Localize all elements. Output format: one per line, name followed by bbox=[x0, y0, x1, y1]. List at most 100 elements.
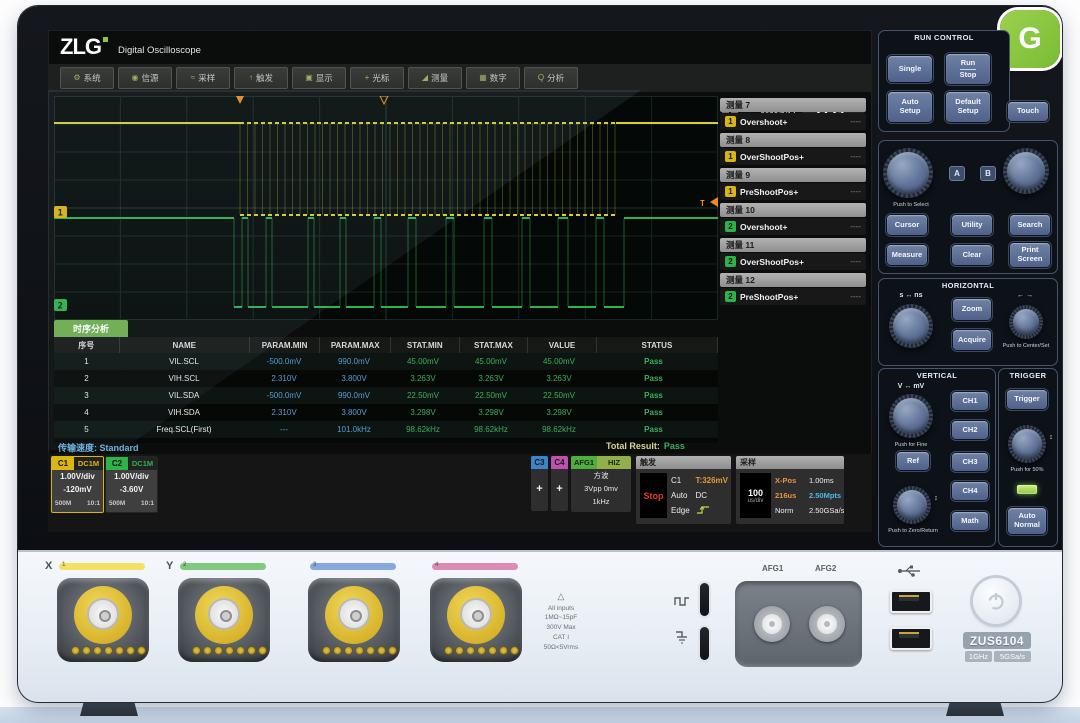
utility-button[interactable]: Utility bbox=[952, 215, 992, 235]
channel-4-color-strip: 4 bbox=[432, 563, 518, 570]
warning-lines: All inputs1MΩ~15pF300V MaxCAT I50Ω<5Vrms bbox=[524, 604, 598, 653]
auto-normal-button[interactable]: Auto Normal bbox=[1008, 508, 1046, 534]
channel1-status-box[interactable]: C1DC1M 1.00V/div-120mV 500M10:1 bbox=[51, 456, 104, 513]
math-button[interactable]: Math bbox=[952, 512, 988, 530]
xpos-label: X-Pos bbox=[775, 476, 809, 485]
trigger-status-box[interactable]: 触发 Stop C1 T:326mV Auto DC Edge bbox=[636, 456, 731, 524]
measure-row[interactable]: 2OverShootPos+---- bbox=[720, 253, 866, 270]
measure-header: 测量 7 bbox=[720, 98, 866, 112]
trigger-level-knob[interactable] bbox=[1008, 425, 1046, 463]
vertical-scale-knob[interactable] bbox=[889, 394, 933, 438]
single-button[interactable]: Single bbox=[888, 56, 932, 82]
afg-wave-type: 方波 bbox=[571, 469, 631, 482]
table-cell: Pass bbox=[593, 404, 714, 421]
menu-bar: ⚙系统◉信源≈采样↑触发▣显示+光标◢测量▦数字Q分析 14:03 2023/3… bbox=[48, 64, 872, 92]
channel2-label: C2 bbox=[106, 457, 128, 470]
trigger-menu-button[interactable]: Trigger bbox=[1007, 390, 1047, 409]
table-cell: -500.0mV bbox=[249, 353, 319, 370]
run-stop-button[interactable]: RunStop bbox=[946, 54, 990, 84]
channel3-add[interactable]: + bbox=[531, 483, 548, 495]
ch2-button[interactable]: CH2 bbox=[952, 421, 988, 439]
channel-2-badge-icon: 2 bbox=[725, 256, 736, 267]
bnc-ring-icon bbox=[195, 586, 253, 644]
oscilloscope-device: ZLG Digital Oscilloscope ⚙系统◉信源≈采样↑触发▣显示… bbox=[0, 0, 1080, 723]
vertical-position-knob[interactable] bbox=[893, 486, 931, 524]
menu-item-label: 采样 bbox=[198, 72, 215, 84]
search-button[interactable]: Search bbox=[1010, 215, 1050, 235]
channel1-scale: 1.00V/div bbox=[52, 470, 103, 483]
afg-status-box[interactable]: AFG1HIZ 方波3Vpp 0mv1kHz bbox=[571, 456, 631, 512]
clear-button[interactable]: Clear bbox=[952, 245, 992, 265]
measure-header: 测量 11 bbox=[720, 238, 866, 252]
menu-item-3[interactable]: ≈采样 bbox=[176, 67, 230, 89]
ch4-button[interactable]: CH4 bbox=[952, 482, 988, 500]
table-cell: 98.62kHz bbox=[525, 421, 593, 438]
result-table: 序号NAMEPARAM.MINPARAM.MAXSTAT.MINSTAT.MAX… bbox=[54, 337, 718, 443]
measure-group: 测量 81OverShootPos+---- bbox=[720, 133, 866, 165]
horizontal-scale-knob[interactable] bbox=[889, 304, 933, 348]
zoom-button[interactable]: Zoom bbox=[953, 299, 991, 320]
sample-status-box[interactable]: 采样 100us/div X-Pos 1.00ms 216us 2.50Mpts… bbox=[736, 456, 844, 524]
print-screen-button[interactable]: Print Screen bbox=[1010, 243, 1050, 267]
table-cell: 45.00mV bbox=[457, 353, 525, 370]
probe-comp-ground-terminal bbox=[700, 627, 709, 660]
device-body: ZLG Digital Oscilloscope ⚙系统◉信源≈采样↑触发▣显示… bbox=[18, 6, 1062, 702]
channel-1-badge-icon: 1 bbox=[725, 186, 736, 197]
channel4-add[interactable]: + bbox=[551, 483, 568, 495]
table-row[interactable]: 2VIH.SCL2.310V3.800V3.263V3.263V3.263VPa… bbox=[54, 370, 718, 387]
table-row[interactable]: 4VIH.SDA2.310V3.800V3.298V3.298V3.298VPa… bbox=[54, 404, 718, 421]
menu-item-9[interactable]: Q分析 bbox=[524, 67, 578, 89]
menu-item-2[interactable]: ◉信源 bbox=[118, 67, 172, 89]
acquire-mode: Norm bbox=[775, 506, 809, 515]
measure-row[interactable]: 1PreShootPos+---- bbox=[720, 183, 866, 200]
channel4-status-box[interactable]: C4 + bbox=[551, 456, 568, 511]
analysis-tab[interactable]: 时序分析 bbox=[54, 320, 128, 337]
auto-setup-button[interactable]: Auto Setup bbox=[888, 92, 932, 122]
source-icon: ◉ bbox=[132, 74, 139, 82]
timebase-unit: us/div bbox=[748, 498, 764, 504]
table-cell: VIL.SDA bbox=[119, 387, 249, 404]
menu-item-5[interactable]: ▣显示 bbox=[292, 67, 346, 89]
knob-a[interactable] bbox=[883, 148, 933, 198]
brand-text: ZLG bbox=[60, 34, 101, 59]
cursor-button[interactable]: Cursor bbox=[887, 215, 927, 235]
touch-button[interactable]: Touch bbox=[1008, 102, 1048, 121]
push-50-hint: Push for 50% bbox=[1003, 467, 1051, 473]
menu-item-7[interactable]: ◢测量 bbox=[408, 67, 462, 89]
measure-row[interactable]: 2Overshoot+---- bbox=[720, 218, 866, 235]
menu-item-4[interactable]: ↑触发 bbox=[234, 67, 288, 89]
default-setup-button[interactable]: Default Setup bbox=[946, 92, 990, 122]
table-cell: 990.0mV bbox=[319, 387, 389, 404]
knob-b[interactable] bbox=[1003, 148, 1049, 194]
total-result-label: Total Result: bbox=[606, 441, 660, 451]
table-row[interactable]: 1VIL.SCL-500.0mV990.0mV45.00mV45.00mV45.… bbox=[54, 353, 718, 370]
channel2-status-box[interactable]: C2DC1M 1.00V/div-3.60V 500M10:1 bbox=[105, 456, 158, 513]
g-logo-letter: G bbox=[1018, 22, 1041, 56]
table-cell: 2 bbox=[54, 370, 119, 387]
menu-item-8[interactable]: ▦数字 bbox=[466, 67, 520, 89]
horizontal-position-knob[interactable] bbox=[1009, 305, 1043, 339]
screen-subtitle: Digital Oscilloscope bbox=[118, 45, 201, 56]
hpos-arrows-icon: ← → bbox=[1009, 292, 1041, 299]
table-row[interactable]: 3VIL.SDA-500.0mV990.0mV22.50mV22.50mV22.… bbox=[54, 387, 718, 404]
input-channel-1-connector bbox=[57, 578, 149, 662]
knob-b-label: B bbox=[980, 166, 996, 181]
ch3-button[interactable]: CH3 bbox=[952, 453, 988, 471]
input-channel-2-connector bbox=[178, 578, 270, 662]
measure-button[interactable]: Measure bbox=[887, 245, 927, 265]
table-cell: VIH.SDA bbox=[119, 404, 249, 421]
waveform-plot[interactable]: T12 bbox=[54, 96, 718, 320]
channel3-status-box[interactable]: C3 + bbox=[531, 456, 548, 511]
measure-row[interactable]: 1Overshoot+---- bbox=[720, 113, 866, 130]
measure-row[interactable]: 2PreShootPos+---- bbox=[720, 288, 866, 305]
acquire-button[interactable]: Acquire bbox=[953, 330, 991, 350]
measure-row[interactable]: 1OverShootPos+---- bbox=[720, 148, 866, 165]
menu-item-1[interactable]: ⚙系统 bbox=[60, 67, 114, 89]
vertical-title: VERTICAL bbox=[879, 371, 995, 380]
menu-item-6[interactable]: +光标 bbox=[350, 67, 404, 89]
ref-button[interactable]: Ref bbox=[897, 452, 929, 470]
table-cell: Pass bbox=[593, 421, 714, 438]
ch1-button[interactable]: CH1 bbox=[952, 392, 988, 410]
power-button[interactable] bbox=[973, 578, 1019, 624]
table-row[interactable]: 5Freq.SCL(First)---101.0kHz98.62kHz98.62… bbox=[54, 421, 718, 438]
